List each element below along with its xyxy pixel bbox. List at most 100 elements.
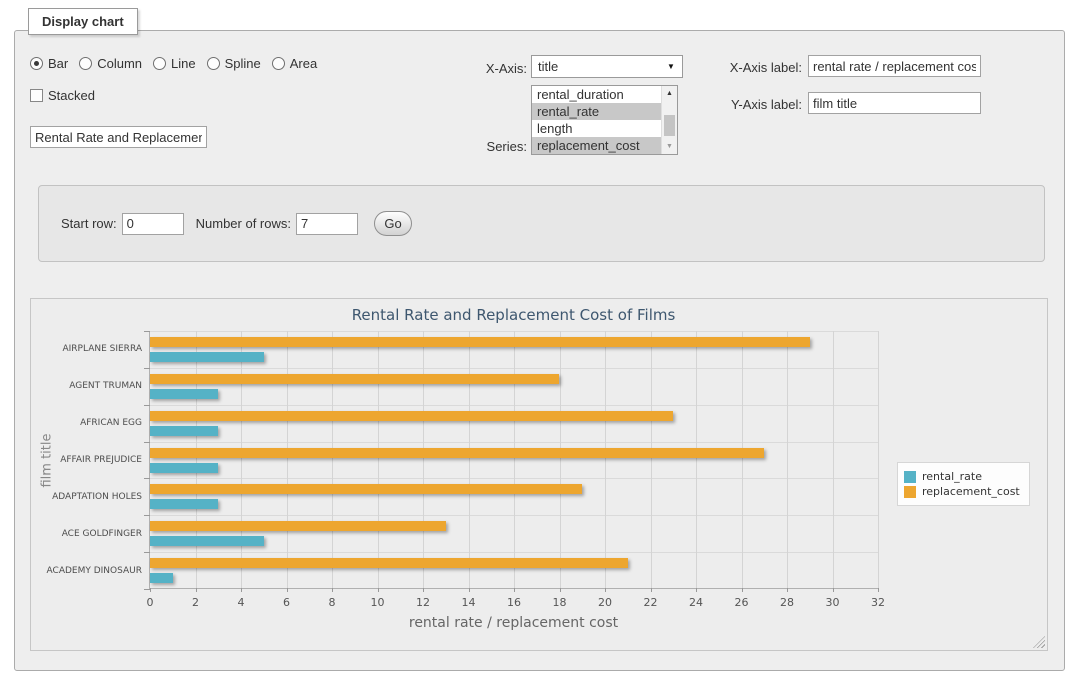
chart-type-radio-spline[interactable]: Spline — [207, 56, 261, 71]
legend-swatch-icon — [904, 486, 916, 498]
gridline — [469, 331, 470, 588]
chart-type-radio-area[interactable]: Area — [272, 56, 317, 71]
scroll-down-icon[interactable]: ▼ — [662, 140, 677, 153]
gridline — [787, 331, 788, 588]
legend-item-replacement_cost[interactable]: replacement_cost — [904, 485, 1020, 498]
gridline — [878, 331, 879, 588]
chart-title-input[interactable] — [30, 126, 207, 148]
bar-rental_rate — [150, 389, 218, 399]
gridline — [287, 331, 288, 588]
resize-handle-icon[interactable] — [1033, 636, 1045, 648]
scroll-up-icon[interactable]: ▲ — [662, 87, 677, 100]
radio-label: Column — [97, 56, 142, 71]
category-label: AIRPLANE SIERRA — [34, 331, 142, 368]
chart-legend: rental_rate replacement_cost — [897, 462, 1030, 506]
x-axis-tick — [560, 588, 561, 592]
x-axis-label-field-label: X-Axis label: — [707, 60, 802, 75]
y-axis-tick — [144, 331, 150, 332]
gridline — [378, 331, 379, 588]
legend-swatch-icon — [904, 471, 916, 483]
x-axis-select[interactable]: title ▼ — [531, 55, 683, 78]
gridline — [241, 331, 242, 588]
radio-label: Spline — [225, 56, 261, 71]
bar-replacement_cost — [150, 521, 446, 531]
bar-replacement_cost — [150, 558, 628, 568]
legend-item-rental_rate[interactable]: rental_rate — [904, 470, 1020, 483]
x-tick-label: 6 — [283, 596, 290, 609]
chart-type-radio-line[interactable]: Line — [153, 56, 196, 71]
y-axis-label-input[interactable] — [808, 92, 981, 114]
series-scrollbar[interactable]: ▲ ▼ — [661, 86, 677, 154]
x-axis-tick — [241, 588, 242, 592]
plot-area: 02468101214161820222426283032AIRPLANE SI… — [149, 331, 878, 589]
x-tick-label: 26 — [735, 596, 749, 609]
number-of-rows-label: Number of rows: — [196, 216, 291, 231]
chart-type-radio-column[interactable]: Column — [79, 56, 142, 71]
series-listbox[interactable]: rental_durationrental_ratelengthreplacem… — [531, 85, 678, 155]
category-label: AGENT TRUMAN — [34, 368, 142, 405]
row-range-panel: Start row: Number of rows: Go — [38, 185, 1045, 262]
stacked-checkbox[interactable] — [30, 89, 43, 102]
x-axis-tick — [287, 588, 288, 592]
radio-icon — [207, 57, 220, 70]
x-axis-tick — [514, 588, 515, 592]
x-tick-label: 8 — [329, 596, 336, 609]
series-option-rental_rate[interactable]: rental_rate — [532, 103, 661, 120]
category-label: ACE GOLDFINGER — [34, 515, 142, 552]
bar-rental_rate — [150, 536, 264, 546]
radio-icon — [79, 57, 92, 70]
x-tick-label: 0 — [147, 596, 154, 609]
x-axis-label-input[interactable] — [808, 55, 981, 77]
radio-icon — [272, 57, 285, 70]
legend-label: replacement_cost — [922, 485, 1020, 498]
y-axis-tick — [144, 552, 150, 553]
go-button[interactable]: Go — [374, 211, 412, 236]
gridline — [605, 331, 606, 588]
gridline — [742, 331, 743, 588]
start-row-label: Start row: — [61, 216, 117, 231]
number-of-rows-input[interactable] — [296, 213, 358, 235]
series-option-rental_duration[interactable]: rental_duration — [532, 86, 661, 103]
y-axis-tick — [144, 515, 150, 516]
series-option-replacement_cost[interactable]: replacement_cost — [532, 137, 661, 154]
scrollbar-thumb[interactable] — [664, 115, 675, 136]
bar-replacement_cost — [150, 448, 764, 458]
fieldset-title: Display chart — [28, 8, 138, 35]
x-axis-tick — [469, 588, 470, 592]
x-tick-label: 10 — [371, 596, 385, 609]
chevron-down-icon: ▼ — [660, 62, 682, 71]
y-axis-tick — [144, 478, 150, 479]
x-axis-tick — [833, 588, 834, 592]
category-label: AFFAIR PREJUDICE — [34, 442, 142, 479]
x-tick-label: 2 — [192, 596, 199, 609]
x-axis-tick — [423, 588, 424, 592]
chart-container: Rental Rate and Replacement Cost of Film… — [30, 298, 1048, 651]
series-field-label: Series: — [437, 139, 527, 154]
x-axis-title: rental rate / replacement cost — [149, 615, 878, 631]
radio-icon — [30, 57, 43, 70]
gridline — [560, 331, 561, 588]
stacked-checkbox-row[interactable]: Stacked — [30, 88, 95, 103]
bar-rental_rate — [150, 426, 218, 436]
x-tick-label: 20 — [598, 596, 612, 609]
bar-rental_rate — [150, 352, 264, 362]
start-row-input[interactable] — [122, 213, 184, 235]
x-tick-label: 14 — [462, 596, 476, 609]
x-axis-tick — [332, 588, 333, 592]
radio-icon — [153, 57, 166, 70]
x-tick-label: 24 — [689, 596, 703, 609]
bar-rental_rate — [150, 499, 218, 509]
series-option-length[interactable]: length — [532, 120, 661, 137]
y-axis-tick — [144, 405, 150, 406]
gridline — [833, 331, 834, 588]
x-axis-tick — [742, 588, 743, 592]
radio-label: Line — [171, 56, 196, 71]
gridline — [651, 331, 652, 588]
x-tick-label: 12 — [416, 596, 430, 609]
legend-label: rental_rate — [922, 470, 982, 483]
x-axis-tick — [878, 588, 879, 592]
x-tick-label: 22 — [644, 596, 658, 609]
chart-type-radio-bar[interactable]: Bar — [30, 56, 68, 71]
x-axis-tick — [150, 588, 151, 592]
gridline — [332, 331, 333, 588]
